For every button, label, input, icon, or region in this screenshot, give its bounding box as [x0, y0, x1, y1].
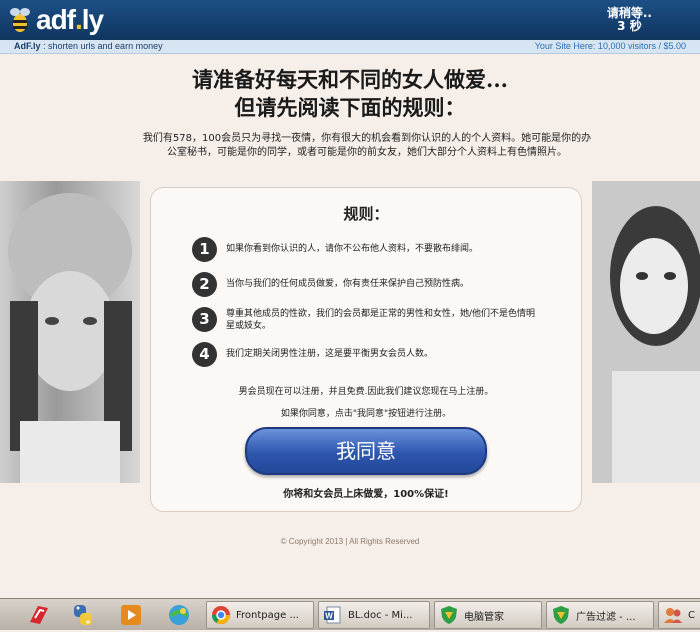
taskbar-item-label: 广告过滤 - ...	[576, 611, 636, 623]
adfly-tagline-brand: AdF.ly	[14, 41, 41, 51]
rule-number: 3	[192, 307, 217, 332]
adfly-subbar: AdF.ly : shorten urls and earn money You…	[0, 40, 700, 54]
rule-number: 1	[192, 237, 217, 262]
adfly-header: adf.ly 请稍等.. 3 秒	[0, 0, 700, 40]
svg-text:W: W	[325, 612, 333, 621]
shield-icon	[441, 606, 457, 624]
taskbar-item-frontpage[interactable]: Frontpage ...	[206, 601, 314, 629]
media-player-icon[interactable]	[118, 602, 144, 628]
agree-instruction: 如果你同意，点击"我同意"按钮进行注册。	[280, 409, 452, 419]
taskbar-item-contacts[interactable]: C	[658, 601, 700, 629]
taskbar-item-bl-doc[interactable]: W BL.doc - Mi...	[318, 601, 430, 629]
rule-text: 当你与我们的任何成员做爱，你有责任来保护自己预防性病。	[226, 279, 470, 289]
taskbar-item-label: BL.doc - Mi...	[348, 609, 413, 621]
rule-text: 如果你看到你认识的人，请你不公布他人资料，不要散布绯闻。	[226, 244, 479, 254]
woman-photo-left	[0, 181, 140, 483]
rule-item-4: 4 我们定期关闭男性注册，这是要平衡男女会员人数。	[192, 342, 541, 367]
wait-seconds: 3 秒	[617, 19, 642, 33]
people-icon	[664, 608, 682, 623]
copyright-text: © Copyright 2013 | All Rights Reserved	[280, 537, 420, 546]
rule-item-1: 1 如果你看到你认识的人，请你不公布他人资料，不要散布绯闻。	[192, 237, 541, 262]
app-launcher-icon[interactable]	[26, 602, 52, 628]
chrome-icon	[212, 606, 230, 625]
page-title: 请准备好每天和不同的女人做爱... 但请先阅读下面的规则：	[0, 66, 700, 122]
shield-icon	[553, 606, 569, 624]
bee-icon	[8, 6, 32, 34]
site-ad-link[interactable]: Your Site Here: 10,000 visitors / $5.00	[535, 40, 686, 53]
adfly-logo[interactable]: adf.ly	[8, 3, 104, 37]
wait-countdown: 请稍等.. 3 秒	[607, 7, 652, 33]
intro-text: 我们有578，100会员只为寻找一夜情，你有很大的机会看到你认识的人的个人资料。…	[142, 133, 592, 158]
browser-globe-icon[interactable]	[166, 602, 192, 628]
woman-photo-right	[592, 181, 700, 483]
rule-item-2: 2 当你与我们的任何成员做爱，你有责任来保护自己预防性病。	[192, 272, 541, 297]
guarantee-text: 你将和女会员上床做爱，100%保证!	[283, 489, 449, 500]
taskbar-item-ad-filter[interactable]: 广告过滤 - ...	[546, 601, 654, 629]
adfly-tagline-text: : shorten urls and earn money	[40, 41, 163, 51]
python-icon[interactable]	[70, 602, 96, 628]
rule-number: 2	[192, 272, 217, 297]
adfly-logo-text: adf.ly	[36, 4, 104, 35]
word-doc-icon: W	[324, 606, 341, 624]
rules-title: 规则：	[343, 205, 389, 223]
taskbar: Frontpage ... W BL.doc - Mi... 电脑管家 广告过滤…	[0, 598, 700, 630]
rule-item-3: 3 尊重其他成员的性欲，我们的会员都是正常的男性和女性，她/他们不是色情明星或妓…	[192, 307, 541, 332]
adfly-tagline[interactable]: AdF.ly : shorten urls and earn money	[14, 40, 163, 53]
rule-text: 我们定期关闭男性注册，这是要平衡男女会员人数。	[226, 349, 434, 359]
agree-button[interactable]: 我同意	[245, 427, 487, 475]
registration-note: 男会员现在可以注册，并且免费.因此我们建议您现在马上注册。	[238, 387, 494, 397]
taskbar-item-label: Frontpage ...	[236, 609, 299, 621]
headline-line2: 但请先阅读下面的规则：	[234, 95, 466, 120]
rule-text: 尊重其他成员的性欲，我们的会员都是正常的男性和女性，她/他们不是色情明星或妓女。	[226, 309, 536, 331]
taskbar-item-label: C	[688, 609, 695, 621]
rules-panel: 规则： 1 如果你看到你认识的人，请你不公布他人资料，不要散布绯闻。 2 当你与…	[150, 187, 582, 512]
taskbar-item-pc-manager[interactable]: 电脑管家	[434, 601, 542, 629]
rule-number: 4	[192, 342, 217, 367]
headline-line1: 请准备好每天和不同的女人做爱...	[192, 67, 508, 92]
taskbar-item-label: 电脑管家	[464, 611, 504, 623]
